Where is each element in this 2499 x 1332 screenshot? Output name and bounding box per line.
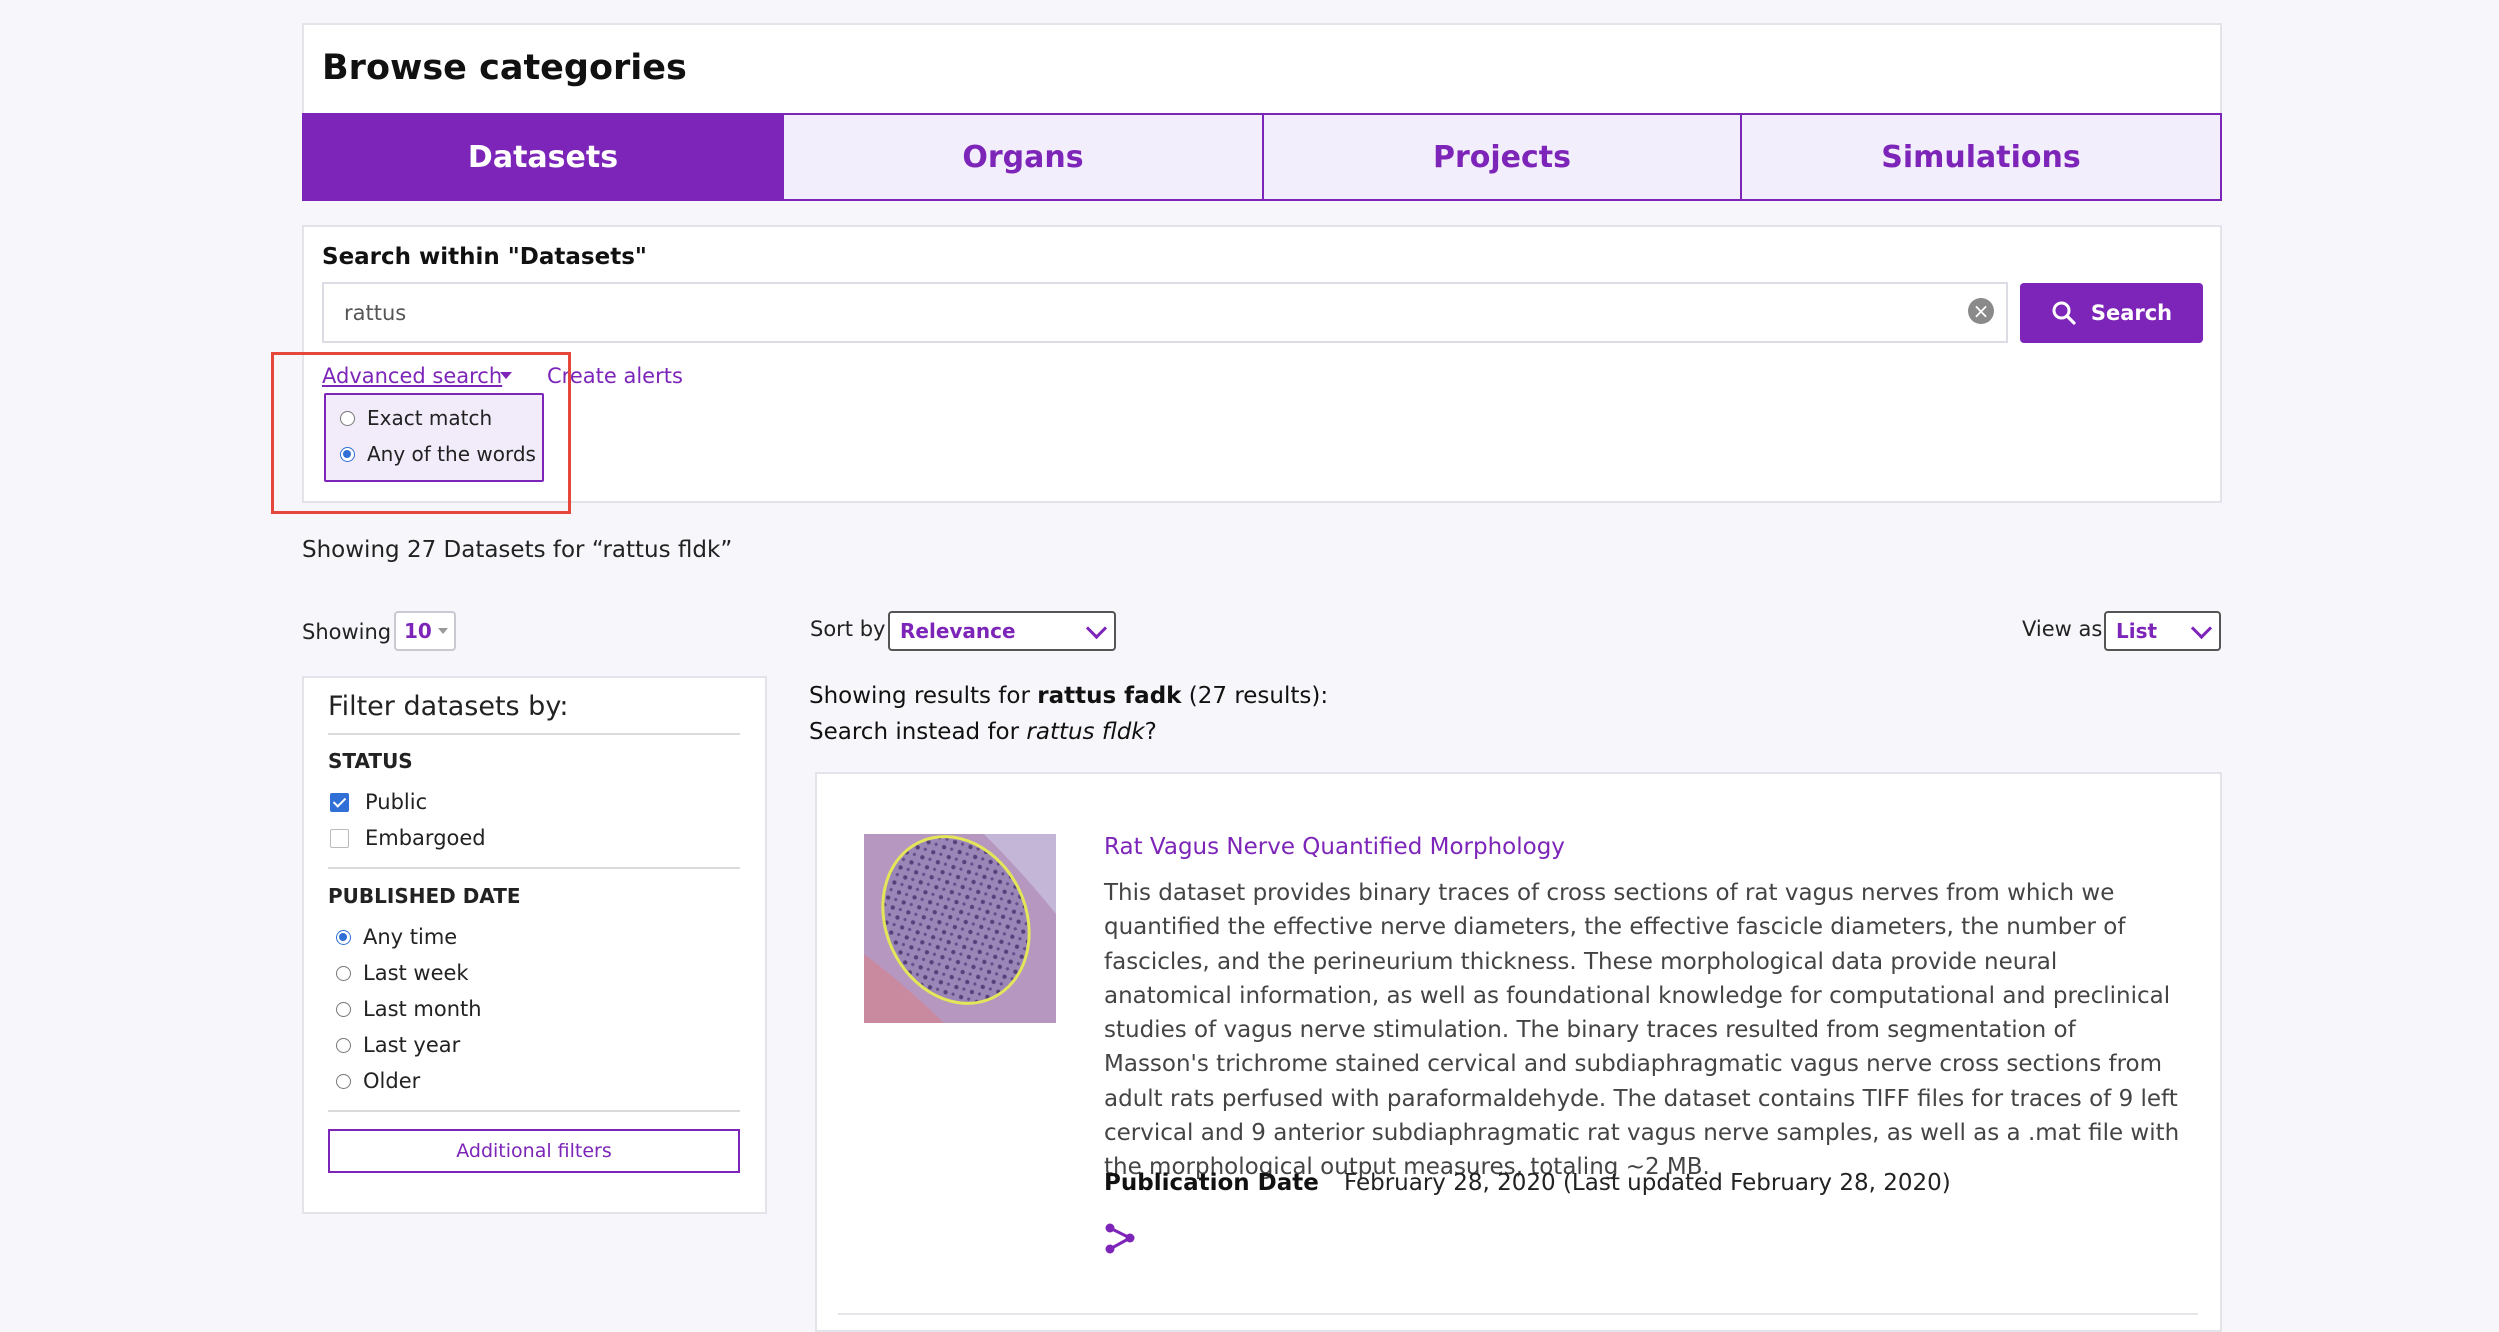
showing-label: Showing <box>302 620 392 644</box>
tab-datasets[interactable]: Datasets <box>302 113 784 201</box>
view-select[interactable]: List <box>2104 611 2221 651</box>
filter-label: Last year <box>363 1033 461 1057</box>
publication-date-label: Publication Date <box>1104 1170 1319 1196</box>
tab-organs[interactable]: Organs <box>782 113 1264 201</box>
publication-date-value: February 28, 2020 (Last updated February… <box>1344 1170 1951 1196</box>
chevron-down-icon <box>2190 617 2213 639</box>
filter-label: Older <box>363 1069 421 1093</box>
date-last-year[interactable]: Last year <box>336 1033 460 1057</box>
page-size-value: 10 <box>404 619 432 643</box>
sort-label: Sort by <box>810 617 886 641</box>
results-suffix: (27 results): <box>1181 683 1329 709</box>
checkbox-public[interactable] <box>330 792 349 812</box>
chevron-down-icon <box>437 628 448 634</box>
radio-older[interactable] <box>336 1073 351 1089</box>
page-size-select[interactable]: 10 <box>394 611 456 651</box>
results-info: Showing results for rattus fadk (27 resu… <box>809 678 1328 750</box>
filter-label: Any time <box>363 925 458 949</box>
date-last-week[interactable]: Last week <box>336 961 469 985</box>
filter-label: Last week <box>363 961 469 985</box>
radio-any-time[interactable] <box>336 929 351 945</box>
date-any-time[interactable]: Any time <box>336 925 457 949</box>
dataset-thumbnail[interactable] <box>864 834 1056 1023</box>
filter-embargoed[interactable]: Embargoed <box>330 826 486 850</box>
sort-value: Relevance <box>900 619 1016 643</box>
radio-last-week[interactable] <box>336 965 351 981</box>
results-prefix: Showing results for <box>809 683 1038 709</box>
radio-last-year[interactable] <box>336 1037 351 1053</box>
dataset-thumbnail-image <box>864 834 1056 1023</box>
result-description: This dataset provides binary traces of c… <box>1104 880 2180 1181</box>
result-title-link[interactable]: Rat Vagus Nerve Quantified Morphology <box>1104 834 1565 860</box>
instead-suffix: ? <box>1144 719 1157 745</box>
search-label: Search within "Datasets" <box>322 244 647 270</box>
view-value: List <box>2116 619 2158 643</box>
tab-simulations[interactable]: Simulations <box>1740 113 2222 201</box>
search-icon <box>2052 301 2076 325</box>
divider <box>328 867 740 869</box>
filter-label: Public <box>365 790 428 814</box>
share-icon[interactable] <box>1104 1222 1136 1254</box>
browse-title: Browse categories <box>322 48 687 88</box>
tab-projects[interactable]: Projects <box>1262 113 1742 201</box>
filter-public[interactable]: Public <box>330 790 427 814</box>
highlight-box <box>271 352 571 514</box>
divider <box>328 1110 740 1112</box>
published-date-title: PUBLISHED DATE <box>328 884 521 908</box>
status-title: STATUS <box>328 749 413 773</box>
additional-filters-button[interactable]: Additional filters <box>328 1129 740 1173</box>
filter-label: Embargoed <box>365 826 486 850</box>
search-instead-line[interactable]: Search instead for rattus fldk? <box>809 714 1328 750</box>
checkbox-embargoed[interactable] <box>330 828 349 848</box>
view-label: View as <box>2022 617 2103 641</box>
search-button-label: Search <box>2090 301 2173 325</box>
sort-select[interactable]: Relevance <box>888 611 1116 651</box>
date-older[interactable]: Older <box>336 1069 420 1093</box>
filter-title: Filter datasets by: <box>328 691 569 722</box>
instead-term[interactable]: rattus fldk <box>1026 719 1144 745</box>
showing-results-line: Showing results for rattus fadk (27 resu… <box>809 678 1328 714</box>
instead-prefix: Search instead for <box>809 719 1027 745</box>
search-button[interactable]: Search <box>2020 283 2203 343</box>
divider <box>328 733 740 735</box>
search-input[interactable] <box>322 282 2008 343</box>
results-term: rattus fadk <box>1037 683 1182 709</box>
clear-icon[interactable]: × <box>1968 298 1994 324</box>
radio-last-month[interactable] <box>336 1001 351 1017</box>
results-summary: Showing 27 Datasets for “rattus fldk” <box>302 537 733 563</box>
date-last-month[interactable]: Last month <box>336 997 482 1021</box>
filter-label: Last month <box>363 997 482 1021</box>
chevron-down-icon <box>1085 617 1108 639</box>
divider <box>838 1313 2198 1315</box>
